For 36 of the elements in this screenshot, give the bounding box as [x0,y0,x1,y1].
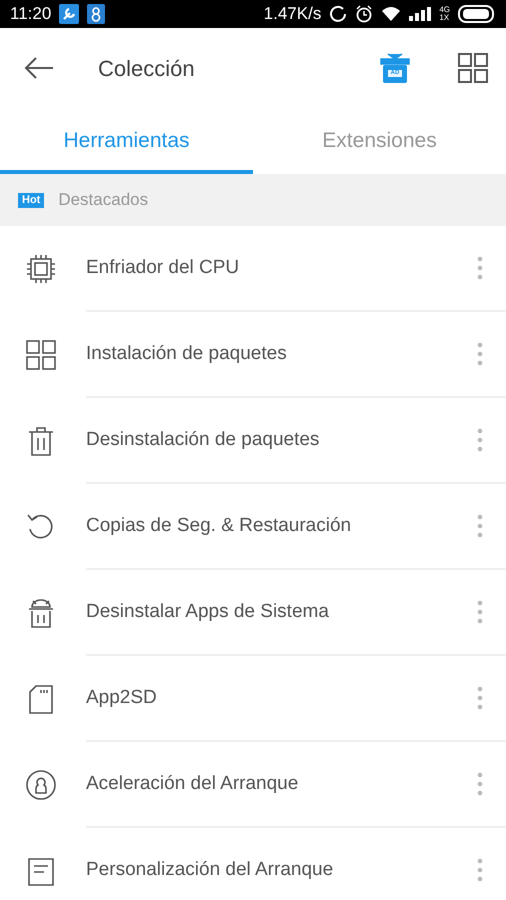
hot-badge: Hot [18,192,44,208]
tool-item[interactable]: App2SD [86,684,454,712]
tool-item[interactable]: Aceleración del Arranque [86,770,454,798]
clock-text: 11:20 [10,3,52,26]
more-options-icon[interactable] [476,772,484,796]
more-options-icon[interactable] [476,858,484,882]
sync-icon [329,5,348,23]
more-options-icon[interactable] [476,342,484,366]
boot-icon [25,769,57,801]
signal-icon [409,7,432,21]
back-arrow-icon[interactable] [24,56,54,79]
tool-item[interactable]: Copias de Seg. & Restauración [86,512,454,540]
tool-item[interactable]: Instalación de paquetes [86,340,454,368]
app-icon [87,4,106,24]
more-options-icon[interactable] [476,428,484,452]
grid-icon[interactable] [458,53,488,83]
grid-icon [25,339,57,371]
tool-item[interactable]: Enfriador del CPU [86,254,454,282]
more-options-icon[interactable] [476,686,484,710]
wrench-icon [59,4,80,24]
alarm-icon [355,5,374,23]
more-options-icon[interactable] [476,600,484,624]
screen-title: Colección [98,54,195,82]
network-type-text: 4G [439,6,450,14]
more-options-icon[interactable] [476,514,484,538]
chip-icon [25,253,57,285]
section-title: Destacados [58,189,148,212]
network-type-text: 1X [439,14,450,22]
tool-item[interactable]: Desinstalar Apps de Sistema [86,598,454,626]
document-icon [25,855,57,887]
tool-item[interactable]: Desinstalación de paquetes [86,426,454,454]
battery-icon [458,5,496,23]
network-speed-text: 1.47K/s [264,3,322,26]
more-options-icon[interactable] [476,256,484,280]
wifi-icon [381,6,402,22]
tool-item[interactable]: Personalización del Arranque [86,856,454,884]
